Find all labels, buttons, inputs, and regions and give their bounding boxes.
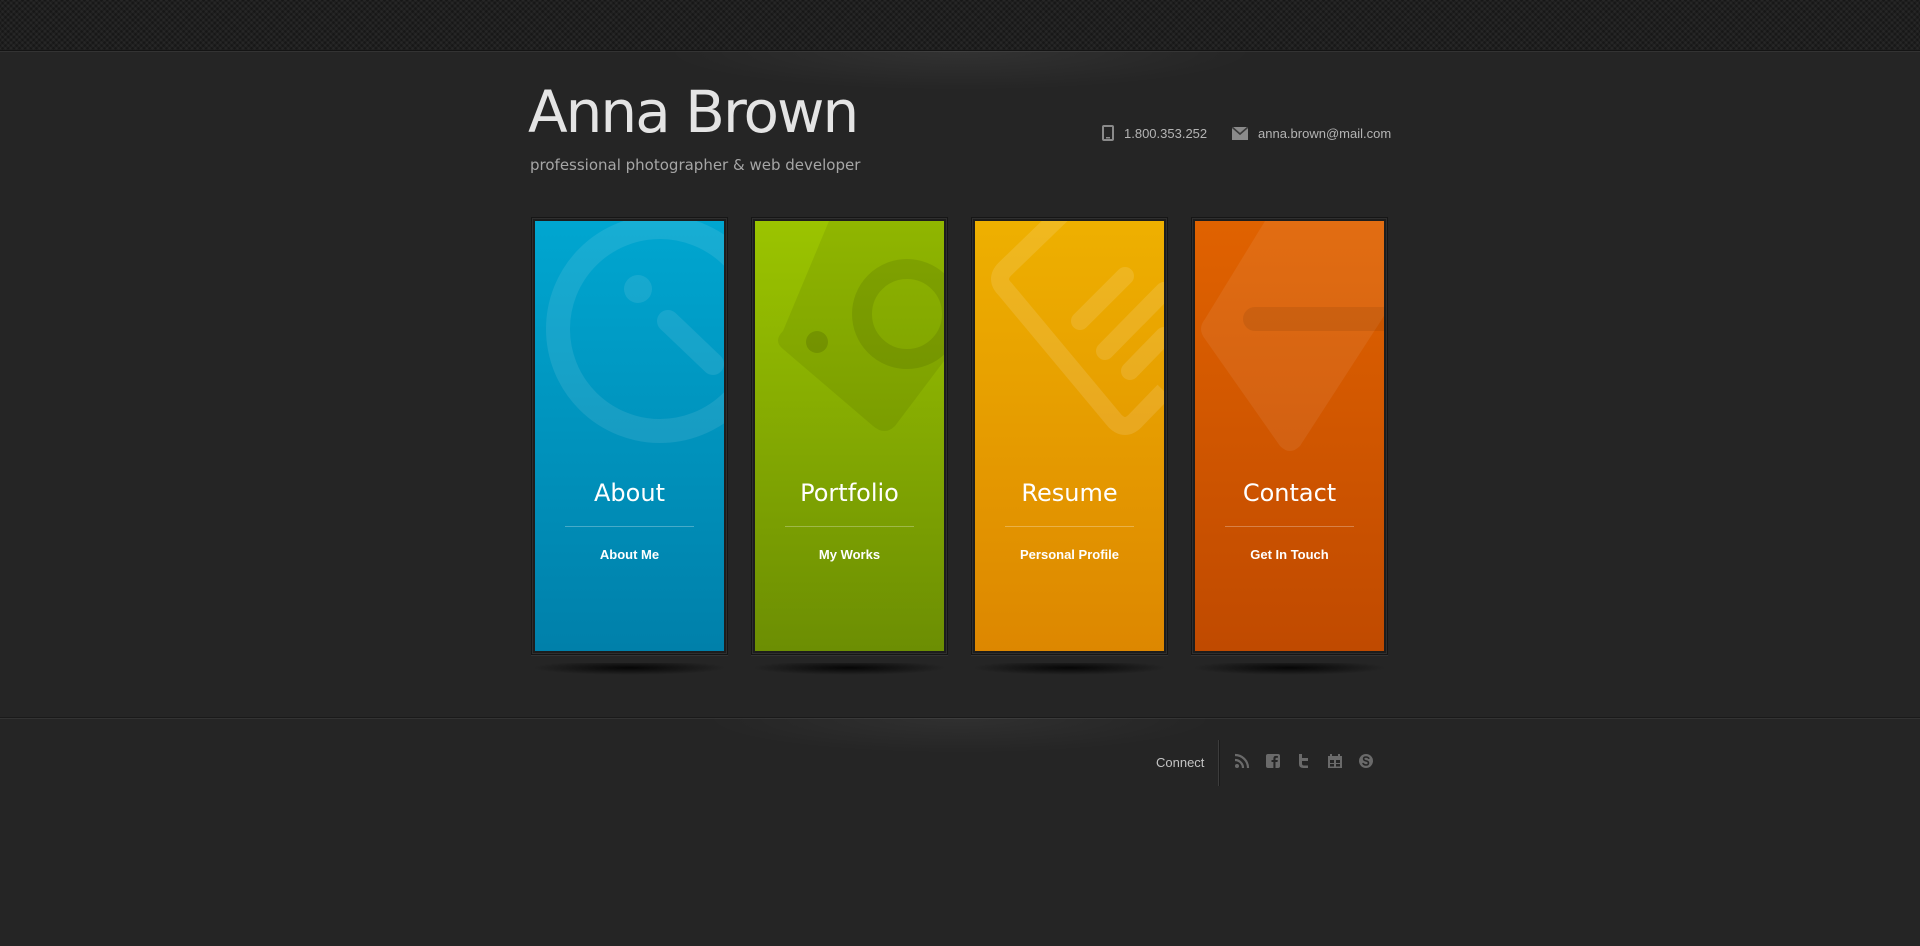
phone-contact: 1.800.353.252: [1102, 123, 1207, 143]
tile-divider: [1005, 526, 1134, 527]
tile-shadow: [532, 663, 727, 675]
connect-label: Connect: [1156, 755, 1205, 770]
tile-divider: [785, 526, 914, 527]
skype-icon[interactable]: [1358, 753, 1374, 769]
calendar-icon[interactable]: [1327, 753, 1343, 769]
rss-icon[interactable]: [1234, 753, 1250, 769]
tile-subtitle: My Works: [818, 547, 881, 562]
footer-vertical-divider: [1218, 740, 1219, 786]
site-tagline: professional photographer & web develope…: [530, 156, 861, 174]
twitter-icon[interactable]: [1296, 753, 1312, 769]
email-contact[interactable]: anna.brown@mail.com: [1232, 123, 1391, 143]
tile-subtitle: Get In Touch: [1250, 547, 1329, 562]
clock-icon: [546, 221, 724, 443]
footer-glow: [700, 718, 1220, 754]
tile-shadow: [752, 663, 947, 675]
tile-title: Contact: [1242, 479, 1337, 507]
tile-resume[interactable]: Resume Personal Profile: [975, 221, 1164, 651]
tile-title: About: [594, 479, 665, 507]
tile-subtitle: Personal Profile: [1020, 547, 1119, 562]
tile-title: Resume: [1021, 479, 1118, 507]
facebook-icon[interactable]: [1265, 753, 1281, 769]
tile-title: Portfolio: [800, 479, 899, 507]
tile-portfolio[interactable]: Portfolio My Works: [755, 221, 944, 651]
tile-contact[interactable]: Contact Get In Touch: [1195, 221, 1384, 651]
tile-frame-resume: Resume Personal Profile: [971, 217, 1168, 655]
tile-about[interactable]: About About Me: [535, 221, 724, 651]
tag-camera-icon: [778, 221, 944, 431]
tile-frame-portfolio: Portfolio My Works: [751, 217, 948, 655]
tile-frame-about: About About Me: [531, 217, 728, 655]
tile-shadow: [972, 663, 1167, 675]
envelope-icon: [1232, 126, 1248, 140]
phone-number: 1.800.353.252: [1124, 125, 1208, 141]
tag-icon: [1201, 221, 1384, 451]
site-title[interactable]: Anna Brown: [528, 74, 859, 150]
top-bar: [0, 0, 1920, 51]
phone-icon: [1102, 125, 1114, 141]
tile-divider: [565, 526, 694, 527]
email-address[interactable]: anna.brown@mail.com: [1258, 126, 1391, 141]
tile-shadow: [1192, 663, 1387, 675]
document-icon: [991, 221, 1164, 435]
tile-divider: [1225, 526, 1354, 527]
tile-subtitle: About Me: [599, 547, 660, 562]
tile-frame-contact: Contact Get In Touch: [1191, 217, 1388, 655]
